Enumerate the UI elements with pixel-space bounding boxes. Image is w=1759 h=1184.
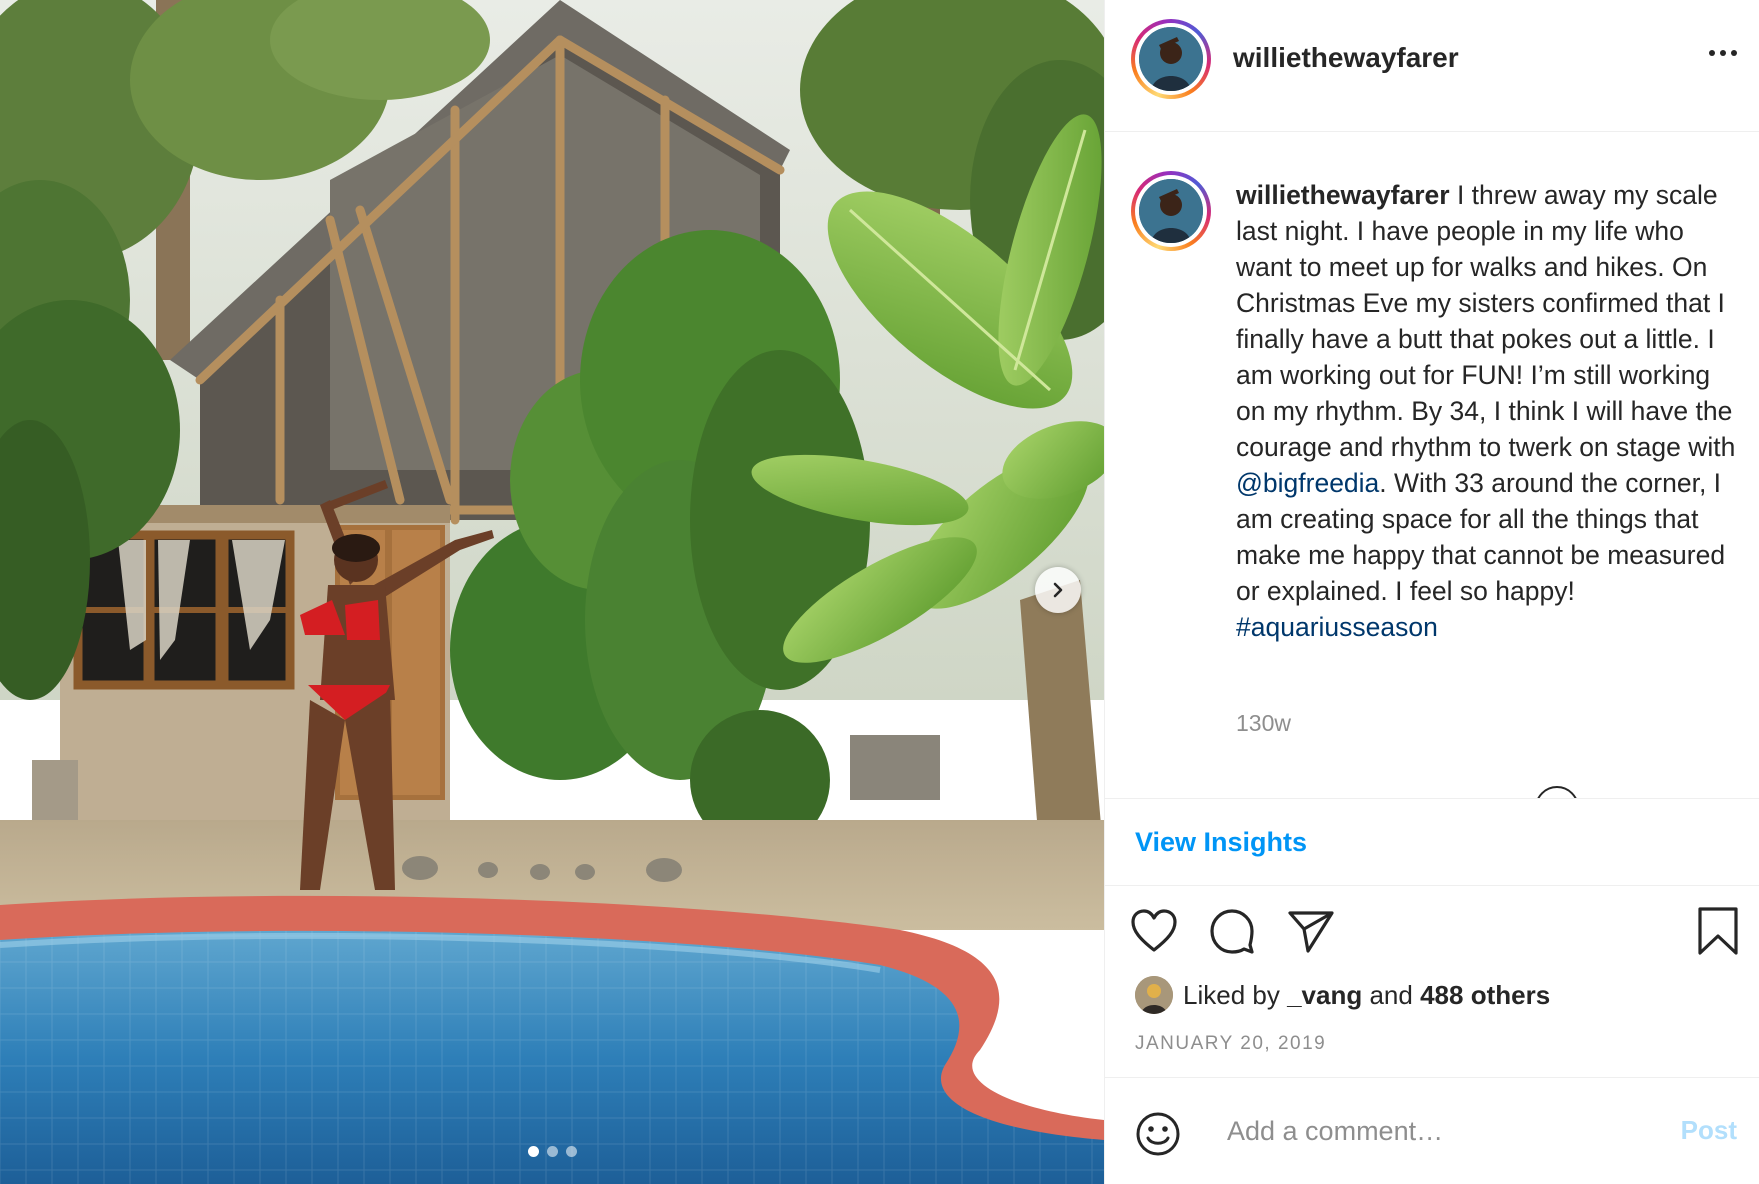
smiley-icon [1136, 1112, 1180, 1156]
caption-text: I threw away my scale last night. I have… [1236, 180, 1736, 462]
comment-bubble-icon [1210, 909, 1254, 954]
avatar-image [1135, 976, 1173, 1014]
caption-hashtag-link[interactable]: #aquariusseason [1236, 612, 1438, 642]
author-username[interactable]: williethewayfarer [1233, 42, 1459, 74]
post-comment-button[interactable]: Post [1675, 1114, 1743, 1147]
post-date[interactable]: JANUARY 20, 2019 [1135, 1033, 1326, 1055]
carousel-dot [565, 1146, 577, 1157]
action-bar [1105, 904, 1759, 964]
carousel-next-button[interactable] [1035, 567, 1081, 613]
more-options-icon[interactable] [1709, 50, 1737, 56]
view-insights-link[interactable]: View Insights [1135, 827, 1307, 858]
photo-scene [0, 0, 1104, 1184]
carousel-dot [546, 1146, 558, 1157]
paper-plane-icon [1288, 911, 1334, 953]
post-side-panel: williethewayfarer williethewayfarer I th… [1104, 0, 1759, 1184]
like-button[interactable] [1127, 904, 1181, 958]
liked-by-others-link[interactable]: 488 others [1420, 980, 1550, 1010]
avatar-image [1139, 27, 1203, 91]
caption-mention-link[interactable]: @bigfreedia [1236, 468, 1379, 498]
post-age[interactable]: 130w [1236, 710, 1291, 737]
caption-area: williethewayfarer I threw away my scale … [1105, 133, 1759, 798]
avatar-image [1139, 179, 1203, 243]
bookmark-icon [1698, 907, 1738, 955]
comment-bar: Post [1105, 1077, 1759, 1184]
loading-spinner-icon [1535, 786, 1579, 798]
liked-by-prefix: Liked by [1183, 979, 1280, 1010]
liker-avatar[interactable] [1135, 976, 1173, 1014]
comment-button[interactable] [1205, 904, 1259, 958]
post-caption: williethewayfarer I threw away my scale … [1236, 177, 1746, 645]
caption-avatar[interactable] [1131, 171, 1211, 251]
carousel-dot-active [527, 1146, 539, 1157]
likes-summary: Liked by _vang and 488 others [1135, 976, 1550, 1014]
save-button[interactable] [1691, 904, 1745, 958]
carousel-dots [0, 1146, 1104, 1157]
comment-input[interactable] [1225, 1108, 1649, 1154]
author-avatar[interactable] [1131, 19, 1211, 99]
share-button[interactable] [1283, 904, 1337, 958]
caption-username[interactable]: williethewayfarer [1236, 180, 1450, 210]
liked-by-user-link[interactable]: _vang [1287, 980, 1362, 1010]
insights-row: View Insights [1105, 798, 1759, 886]
liked-by-and: and [1369, 979, 1413, 1010]
emoji-button[interactable] [1135, 1111, 1181, 1162]
post-photo[interactable] [0, 0, 1104, 1184]
post-header: williethewayfarer [1105, 0, 1759, 132]
chevron-right-icon [1053, 582, 1063, 598]
heart-icon [1131, 909, 1177, 952]
instagram-post: williethewayfarer williethewayfarer I th… [0, 0, 1759, 1184]
